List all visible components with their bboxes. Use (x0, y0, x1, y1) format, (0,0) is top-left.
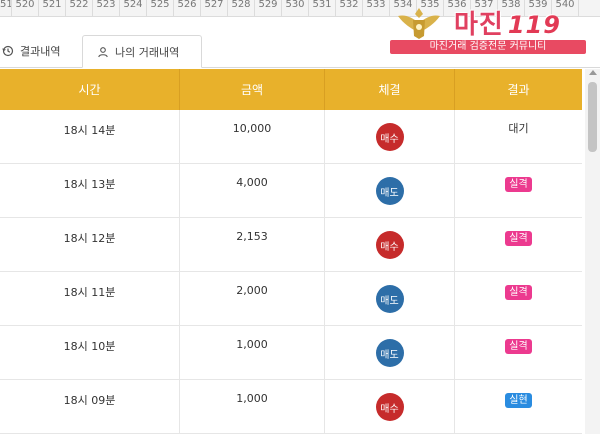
tab-divider (0, 67, 82, 68)
table-body: 18시 14분 10,000 매수 대기 18시 13분 4,000 매도 실격 18시 12분… (0, 110, 582, 434)
tab-my-trades[interactable]: 나의 거래내역 (82, 35, 202, 68)
round-number-cell[interactable]: 531 (309, 0, 336, 16)
result-status-text: 대기 (508, 122, 529, 135)
cell-order: 매도 (325, 272, 455, 325)
cell-amount: 2,153 (180, 218, 325, 271)
cell-amount: 4,000 (180, 164, 325, 217)
result-status-badge: 실현 (505, 393, 532, 408)
cell-time: 18시 11분 (0, 272, 180, 325)
cell-result: 실격 (455, 272, 582, 325)
round-number-cell[interactable]: 533 (363, 0, 390, 16)
buy-order-badge: 매수 (375, 123, 404, 151)
round-number-cell[interactable]: 529 (255, 0, 282, 16)
table-header: 시간 금액 체결 결과 (0, 69, 582, 110)
cell-amount: 1,000 (180, 326, 325, 379)
logo-tagline: 마진거래 검증전문 커뮤니티 (390, 40, 586, 54)
result-status-badge: 실격 (505, 339, 532, 354)
tab-results-history[interactable]: 결과내역 (0, 34, 82, 67)
round-number-cell[interactable]: 519 (0, 0, 12, 16)
cell-result: 실현 (455, 380, 582, 433)
my-trades-table: 시간 금액 체결 결과 18시 14분 10,000 매수 대기 18시 13분 4,00… (0, 69, 582, 434)
cell-order: 매수 (325, 110, 455, 163)
header-result: 결과 (507, 83, 530, 97)
cell-order: 매도 (325, 164, 455, 217)
user-icon (97, 46, 109, 58)
cell-result: 실격 (455, 218, 582, 271)
round-number-cell[interactable]: 523 (93, 0, 120, 16)
cell-order: 매수 (325, 380, 455, 433)
cell-amount: 10,000 (180, 110, 325, 163)
round-number-cell[interactable]: 530 (282, 0, 309, 16)
cell-time: 18시 09분 (0, 380, 180, 433)
cell-time: 18시 12분 (0, 218, 180, 271)
round-number-cell[interactable]: 524 (120, 0, 147, 16)
table-row: 18시 11분 2,000 매도 실격 (0, 272, 582, 326)
table-row: 18시 12분 2,153 매수 실격 (0, 218, 582, 272)
cell-time: 18시 10분 (0, 326, 180, 379)
cell-order: 매도 (325, 326, 455, 379)
header-amount: 금액 (180, 69, 325, 110)
table-row: 18시 09분 1,000 매수 실현 (0, 380, 582, 434)
round-number-cell[interactable]: 521 (39, 0, 66, 16)
cell-result: 대기 (455, 110, 582, 163)
scroll-up-arrow-icon[interactable] (589, 70, 597, 75)
eagle-emblem-icon (398, 8, 440, 39)
sell-order-badge: 매도 (375, 285, 404, 313)
tab-results-label: 결과내역 (20, 44, 61, 58)
header-time: 시간 (0, 69, 180, 110)
result-status-badge: 실격 (505, 177, 532, 192)
cell-amount: 1,000 (180, 380, 325, 433)
result-status-badge: 실격 (505, 285, 532, 300)
cell-order: 매수 (325, 218, 455, 271)
cell-time: 18시 14분 (0, 110, 180, 163)
tab-my-trades-label: 나의 거래내역 (115, 45, 180, 59)
tab-divider (202, 67, 600, 68)
cell-result: 실격 (455, 326, 582, 379)
cell-amount: 2,000 (180, 272, 325, 325)
logo-wordmark: 마진 119 (454, 10, 561, 40)
round-number-cell[interactable]: 526 (174, 0, 201, 16)
round-number-cell[interactable]: 522 (66, 0, 93, 16)
scrollbar-thumb[interactable] (588, 82, 597, 152)
sell-order-badge: 매도 (375, 339, 404, 367)
cell-time: 18시 13분 (0, 164, 180, 217)
table-row: 18시 13분 4,000 매도 실격 (0, 164, 582, 218)
round-number-cell[interactable]: 528 (228, 0, 255, 16)
buy-order-badge: 매수 (375, 393, 404, 421)
table-row: 18시 10분 1,000 매도 실격 (0, 326, 582, 380)
result-status-badge: 실격 (505, 231, 532, 246)
site-logo[interactable]: 마진 119 마진거래 검증전문 커뮤니티 (390, 4, 590, 56)
buy-order-badge: 매수 (375, 231, 404, 259)
cell-result: 실격 (455, 164, 582, 217)
round-number-cell[interactable]: 520 (12, 0, 39, 16)
history-icon (2, 45, 14, 57)
header-order: 체결 (325, 69, 455, 110)
table-row: 18시 14분 10,000 매수 대기 (0, 110, 582, 164)
round-number-cell[interactable]: 525 (147, 0, 174, 16)
sell-order-badge: 매도 (375, 177, 404, 205)
round-number-cell[interactable]: 527 (201, 0, 228, 16)
round-number-cell[interactable]: 532 (336, 0, 363, 16)
